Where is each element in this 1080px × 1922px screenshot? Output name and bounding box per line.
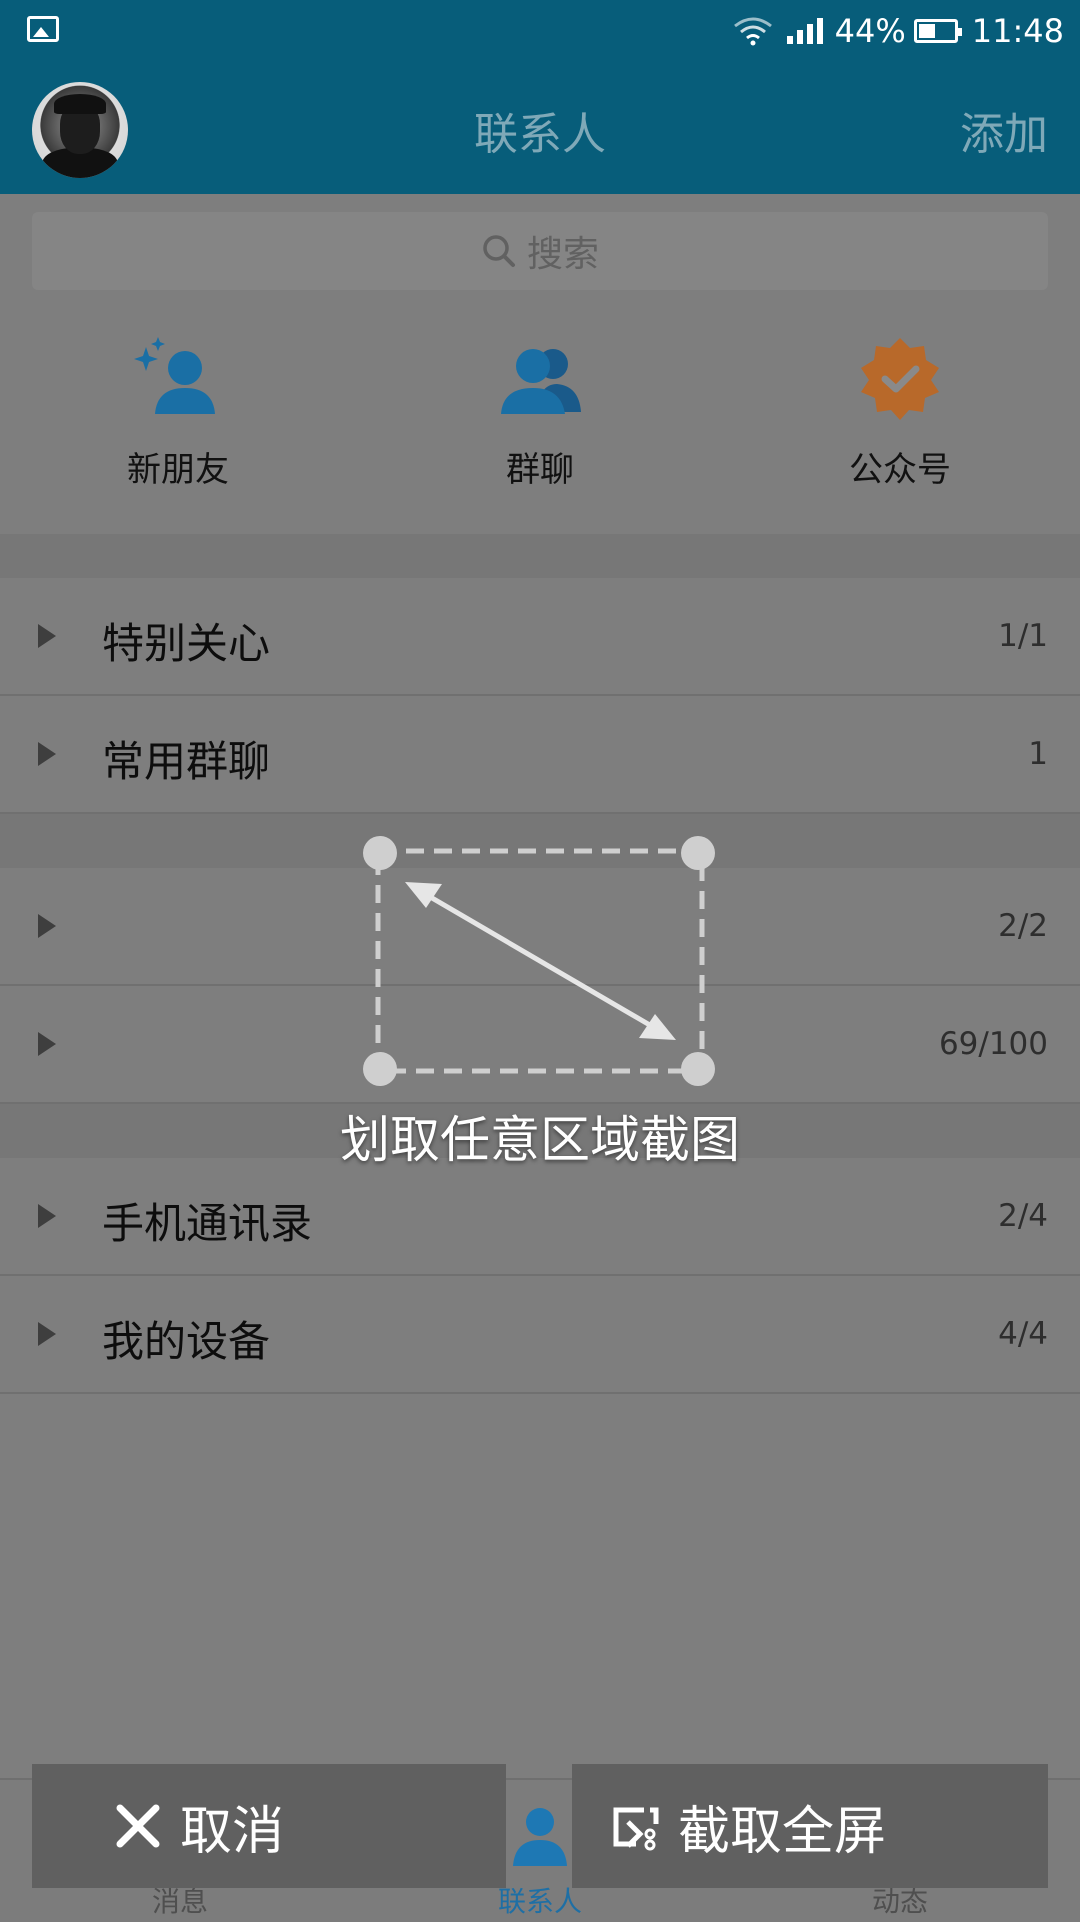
group-count: 69/100 <box>938 1026 1048 1062</box>
expand-arrow-icon <box>38 742 56 766</box>
contact-person-icon <box>513 1808 567 1866</box>
signal-icon <box>786 18 823 44</box>
group-count: 4/4 <box>998 1316 1048 1352</box>
expand-arrow-icon <box>38 1322 56 1346</box>
section-divider <box>0 534 1080 578</box>
search-bar[interactable]: 搜索 <box>32 212 1048 290</box>
status-bar: 44% 11:48 <box>0 0 1080 62</box>
clock: 11:48 <box>971 12 1064 50</box>
app-header: 联系人 添加 <box>0 62 1080 194</box>
battery-icon <box>913 19 962 43</box>
group-chat-icon <box>501 349 581 414</box>
screenshot-hint: 划取任意区域截图 <box>340 1111 740 1169</box>
add-button[interactable]: 添加 <box>960 98 1048 162</box>
group-name: 常用群聊 <box>102 737 271 786</box>
battery-percent: 44% <box>834 12 906 50</box>
expand-arrow-icon <box>38 914 56 938</box>
group-count: 2/2 <box>998 908 1048 944</box>
fullscreen-capture-button[interactable]: 截取全屏 <box>572 1764 1048 1888</box>
selection-handle[interactable] <box>363 1052 397 1086</box>
fullscreen-label: 截取全屏 <box>678 1801 887 1862</box>
page-title: 联系人 <box>474 109 606 160</box>
selection-frame[interactable] <box>360 826 720 1096</box>
shortcut-official-account[interactable]: 公众号 <box>800 334 1000 491</box>
cancel-label: 取消 <box>180 1801 285 1862</box>
group-count: 1 <box>1028 736 1048 772</box>
shortcut-group-chat[interactable]: 群聊 <box>440 334 640 491</box>
shortcut-label: 群聊 <box>506 450 574 490</box>
status-right: 44% 11:48 <box>733 10 1064 52</box>
group-row[interactable]: 手机通讯录 2/4 <box>0 1158 1080 1276</box>
shortcut-label: 公众号 <box>849 450 951 490</box>
selection-handle[interactable] <box>681 836 715 870</box>
group-count: 1/1 <box>998 618 1048 654</box>
group-row[interactable]: 特别关心 1/1 <box>0 578 1080 696</box>
expand-arrow-icon <box>38 624 56 648</box>
new-friend-icon <box>134 337 215 414</box>
close-icon <box>116 1804 160 1848</box>
group-name: 手机通讯录 <box>102 1199 313 1248</box>
group-count: 2/4 <box>998 1198 1048 1234</box>
expand-arrow-icon <box>38 1204 56 1228</box>
cancel-button[interactable]: 取消 <box>32 1764 506 1888</box>
search-placeholder: 搜索 <box>526 234 599 275</box>
group-name: 特别关心 <box>102 619 271 668</box>
image-notification-icon <box>27 16 59 42</box>
group-row[interactable]: 常用群聊 1 <box>0 696 1080 814</box>
group-name: 我的设备 <box>102 1317 271 1366</box>
screenshot-crop-icon <box>613 1807 659 1851</box>
shortcut-row: 新朋友 群聊 公众号 <box>0 334 1080 504</box>
selection-handle[interactable] <box>681 1052 715 1086</box>
group-row[interactable]: 我的设备 4/4 <box>0 1276 1080 1394</box>
shortcut-new-friend[interactable]: 新朋友 <box>78 334 278 491</box>
expand-arrow-icon <box>38 1032 56 1056</box>
wifi-icon <box>733 17 772 46</box>
official-account-icon <box>861 338 939 420</box>
selection-handle[interactable] <box>363 836 397 870</box>
shortcut-label: 新朋友 <box>127 450 229 490</box>
search-icon <box>483 235 515 267</box>
